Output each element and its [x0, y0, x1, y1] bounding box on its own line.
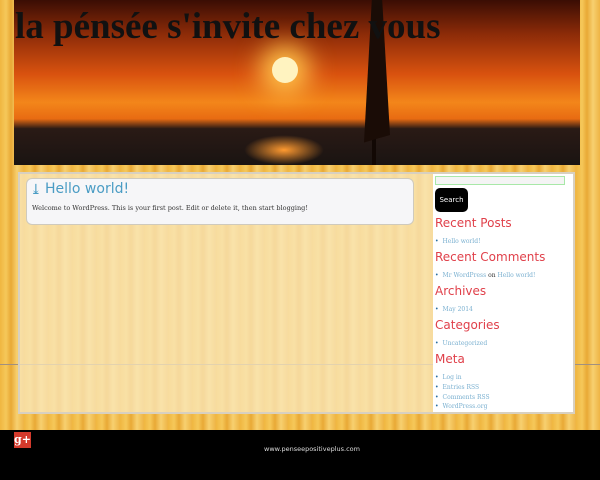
comment-post-link[interactable]: Hello world!: [498, 272, 536, 279]
meta-wordpress-link[interactable]: WordPress.org: [435, 403, 488, 410]
footer: g+ www.penseepositiveplus.com: [0, 430, 600, 480]
meta-comments-rss-link[interactable]: Comments RSS: [435, 394, 490, 401]
sun-image: [272, 57, 298, 83]
meta-entries-rss-link[interactable]: Entries RSS: [435, 384, 480, 391]
post-card: ⤓ Hello world! Welcome to WordPress. Thi…: [26, 178, 414, 225]
footer-url: www.penseepositiveplus.com: [264, 445, 360, 453]
recent-comment-item: Mr WordPress on Hello world!: [435, 272, 536, 279]
widget-title-recent-posts: Recent Posts: [435, 216, 512, 230]
download-icon: ⤓: [30, 182, 42, 198]
widget-title-categories: Categories: [435, 318, 500, 332]
sun-reflection: [244, 135, 324, 165]
post-body: Welcome to WordPress. This is your first…: [32, 204, 308, 212]
meta-login-link[interactable]: Log in: [435, 374, 462, 381]
widget-title-archives: Archives: [435, 284, 487, 298]
recent-post-link[interactable]: Hello world!: [435, 238, 481, 245]
content-panel: ⤓ Hello world! Welcome to WordPress. Thi…: [18, 172, 575, 414]
category-link[interactable]: Uncategorized: [435, 340, 488, 347]
comment-on-text: on: [488, 272, 496, 279]
archive-link[interactable]: May 2014: [435, 306, 473, 313]
widget-title-recent-comments: Recent Comments: [435, 250, 546, 264]
search-input[interactable]: [435, 176, 565, 185]
widget-title-meta: Meta: [435, 352, 465, 366]
site-title[interactable]: la pénsée s'invite chez vous: [15, 5, 440, 48]
post-title-link[interactable]: Hello world!: [45, 181, 129, 197]
sidebar: Search Recent Posts Hello world! Recent …: [433, 174, 573, 412]
comment-author-link[interactable]: Mr WordPress: [443, 272, 487, 279]
search-button[interactable]: Search: [435, 188, 468, 212]
